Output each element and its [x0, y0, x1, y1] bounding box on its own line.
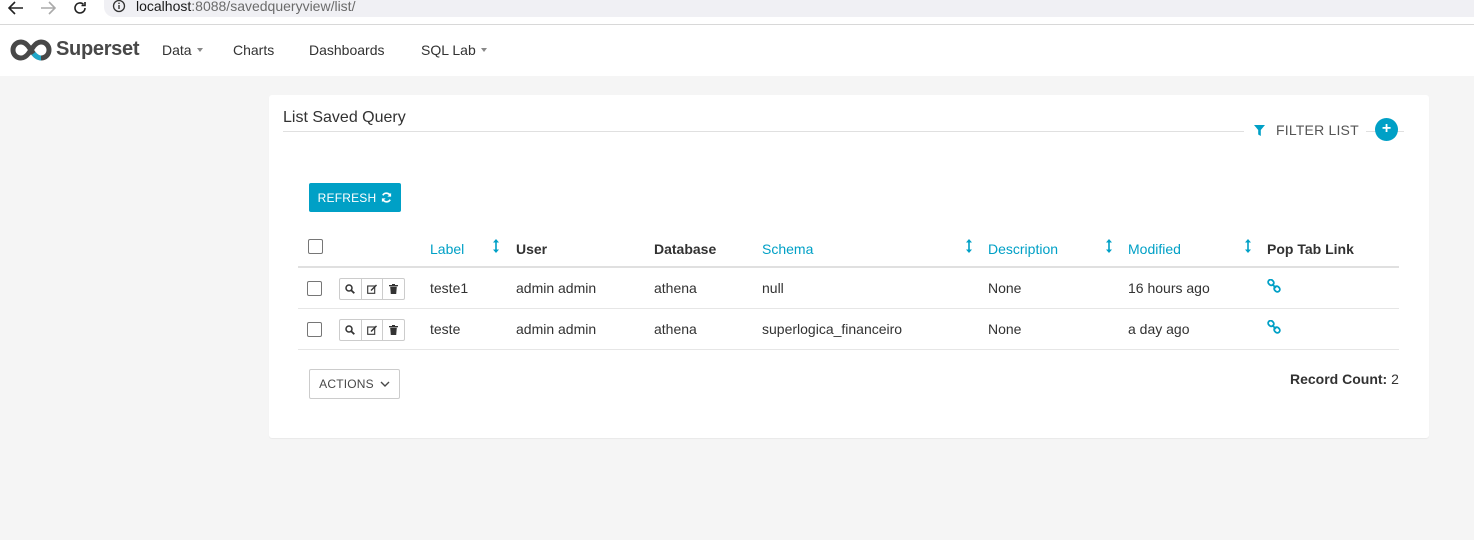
- show-button[interactable]: [340, 279, 362, 299]
- nav-data-menu[interactable]: Data: [162, 42, 203, 58]
- row-action-buttons: [339, 278, 405, 300]
- edit-icon: [366, 284, 377, 294]
- link-icon[interactable]: [1267, 279, 1281, 293]
- caret-down-icon: [480, 48, 487, 53]
- saved-query-panel: List Saved Query FILTER LIST + REFRESH L…: [269, 95, 1429, 438]
- filter-list-label: FILTER LIST: [1276, 122, 1359, 138]
- search-icon: [345, 325, 356, 335]
- reload-icon[interactable]: [70, 0, 90, 16]
- nav-dashboards-label: Dashboards: [309, 42, 385, 58]
- forward-arrow-icon[interactable]: [38, 0, 58, 16]
- column-header-label[interactable]: Label: [430, 241, 464, 257]
- column-header-user: User: [516, 241, 548, 257]
- cell-user: admin admin: [516, 321, 597, 337]
- caret-down-icon: [196, 48, 203, 53]
- cell-user: admin admin: [516, 280, 597, 296]
- table-row: teste1 admin admin athena null None 16 h…: [298, 268, 1399, 309]
- trash-icon: [389, 325, 399, 335]
- url-text[interactable]: localhost:8088/savedqueryview/list/: [136, 0, 355, 14]
- column-header-modified[interactable]: Modified: [1128, 241, 1181, 257]
- url-path: :8088/savedqueryview/list/: [191, 0, 356, 14]
- cell-modified: a day ago: [1128, 321, 1190, 337]
- cell-label: teste1: [430, 280, 469, 296]
- app-navbar: Superset Data Charts Dashboards SQL Lab: [0, 25, 1474, 76]
- chevron-down-icon: [380, 381, 390, 387]
- superset-logo[interactable]: Superset: [10, 38, 139, 61]
- cell-description: None: [988, 321, 1022, 337]
- sort-icon[interactable]: [493, 239, 499, 253]
- delete-button[interactable]: [383, 320, 404, 340]
- sort-icon[interactable]: [966, 239, 972, 253]
- trash-icon: [389, 284, 399, 294]
- record-count-label: Record Count:: [1290, 371, 1388, 387]
- row-checkbox[interactable]: [307, 281, 322, 296]
- column-header-schema[interactable]: Schema: [762, 241, 813, 257]
- delete-button[interactable]: [383, 279, 404, 299]
- link-icon[interactable]: [1267, 320, 1281, 334]
- cell-modified: 16 hours ago: [1128, 280, 1210, 296]
- cell-description: None: [988, 280, 1022, 296]
- title-divider: [283, 131, 1244, 132]
- cell-label: teste: [430, 321, 461, 337]
- column-header-pop-tab-link: Pop Tab Link: [1267, 241, 1354, 257]
- refresh-icon: [382, 192, 392, 203]
- search-icon: [345, 284, 356, 294]
- cell-database: athena: [654, 280, 697, 296]
- nav-charts[interactable]: Charts: [233, 42, 274, 58]
- sort-icon[interactable]: [1106, 239, 1112, 253]
- filter-list-button[interactable]: FILTER LIST: [1254, 122, 1359, 138]
- select-all-checkbox[interactable]: [308, 239, 323, 254]
- edit-icon: [366, 325, 377, 335]
- table-row: teste admin admin athena superlogica_fin…: [298, 309, 1399, 350]
- edit-button[interactable]: [362, 279, 384, 299]
- sort-icon[interactable]: [1245, 239, 1251, 253]
- table-header: Label User Database Schema Description M…: [298, 230, 1399, 268]
- filter-icon: [1254, 124, 1265, 136]
- cell-schema: superlogica_financeiro: [762, 321, 903, 337]
- nav-dashboards[interactable]: Dashboards: [309, 42, 385, 58]
- nav-sql-lab-label: SQL Lab: [421, 42, 476, 58]
- superset-logo-icon: [10, 38, 52, 61]
- edit-button[interactable]: [362, 320, 384, 340]
- row-action-buttons: [339, 319, 405, 341]
- page-title: List Saved Query: [283, 109, 406, 126]
- row-checkbox[interactable]: [307, 322, 322, 337]
- add-query-button[interactable]: +: [1375, 118, 1398, 141]
- refresh-label: REFRESH: [317, 190, 377, 205]
- show-button[interactable]: [340, 320, 362, 340]
- back-arrow-icon[interactable]: [6, 0, 26, 16]
- nav-data-label: Data: [162, 42, 192, 58]
- cell-database: athena: [654, 321, 697, 337]
- cell-schema: null: [762, 280, 784, 296]
- nav-sql-lab-menu[interactable]: SQL Lab: [421, 42, 487, 58]
- actions-dropdown-button[interactable]: ACTIONS: [309, 369, 400, 399]
- url-host: localhost: [136, 0, 192, 14]
- browser-toolbar: localhost:8088/savedqueryview/list/: [0, 0, 1474, 25]
- saved-query-table: Label User Database Schema Description M…: [298, 230, 1399, 350]
- brand-name: Superset: [56, 38, 140, 60]
- actions-label: ACTIONS: [319, 377, 374, 391]
- refresh-button[interactable]: REFRESH: [309, 183, 401, 212]
- column-header-database: Database: [654, 241, 717, 257]
- site-info-icon[interactable]: [112, 0, 126, 19]
- record-count-value: 2: [1391, 371, 1399, 387]
- nav-charts-label: Charts: [233, 42, 275, 58]
- column-header-description[interactable]: Description: [988, 241, 1058, 257]
- record-count: Record Count: 2: [1290, 371, 1399, 387]
